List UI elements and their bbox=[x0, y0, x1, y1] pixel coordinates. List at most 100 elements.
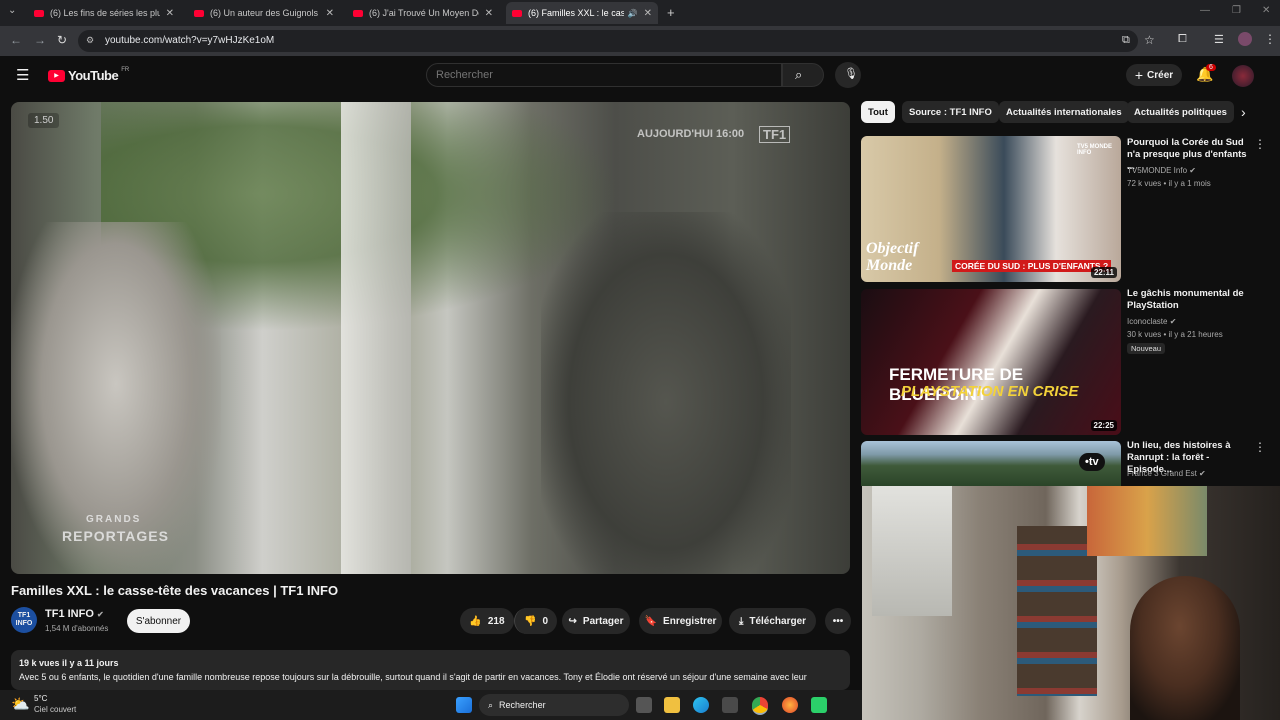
reload-icon[interactable]: ↻ bbox=[57, 33, 67, 47]
url-bar[interactable]: ⚙ youtube.com/watch?v=y7wHJzKe1oM ⧉ ☆ bbox=[78, 30, 1155, 52]
browser-tab-bar: ⌄ (6) Les fins de séries les plus W ✕ (6… bbox=[0, 0, 1280, 26]
chip-political-news[interactable]: Actualités politiques bbox=[1127, 101, 1234, 123]
browser-tab-active[interactable]: (6) Familles XXL : le casse-tê 🔊 ✕ bbox=[506, 2, 658, 24]
youtube-play-icon: ▶ bbox=[48, 69, 65, 82]
site-info-icon[interactable]: ⚙ bbox=[86, 35, 94, 46]
search-button[interactable]: ⌕ bbox=[782, 63, 824, 87]
video-player[interactable]: 1.50 AUJOURD'HUI 16:00 TF1 GRANDS REPORT… bbox=[11, 102, 850, 574]
more-actions-button[interactable]: ••• bbox=[825, 608, 851, 634]
tab-title: (6) Familles XXL : le casse-tê bbox=[528, 8, 624, 18]
video-thumbnail[interactable]: FERMETURE DE BLUEPOINT PLAYSTATION EN CR… bbox=[861, 289, 1121, 435]
chip-all[interactable]: Tout bbox=[861, 101, 895, 123]
account-avatar[interactable] bbox=[1232, 65, 1254, 87]
verified-check-icon: ✔ bbox=[1169, 317, 1177, 326]
webcam-window bbox=[872, 486, 952, 616]
firefox-icon[interactable] bbox=[782, 697, 798, 713]
like-button[interactable]: 👍 218 bbox=[460, 608, 514, 634]
download-button[interactable]: ⤓ Télécharger bbox=[729, 608, 816, 634]
webcam-bookshelf bbox=[1017, 526, 1097, 696]
search-input[interactable] bbox=[427, 64, 765, 86]
description-text: Avec 5 ou 6 enfants, le quotidien d'une … bbox=[19, 672, 807, 682]
browser-tab[interactable]: (6) Un auteur des Guignols balu ✕ bbox=[188, 2, 340, 24]
show-title-line2: REPORTAGES bbox=[62, 528, 169, 544]
recommended-channel[interactable]: TV5MONDE Info ✔ bbox=[1127, 166, 1196, 175]
windows-taskbar: ⛅ 5°C Ciel couvert ⌕ Rechercher bbox=[0, 690, 862, 720]
subscribe-button[interactable]: S'abonner bbox=[127, 609, 190, 633]
thumbs-up-icon: 👍 bbox=[469, 615, 482, 627]
video-thumbnail[interactable]: •tv bbox=[861, 441, 1121, 486]
channel-name[interactable]: TF1 INFO ✔ bbox=[45, 608, 104, 620]
download-icon: ⤓ bbox=[738, 615, 744, 627]
chip-source[interactable]: Source : TF1 INFO bbox=[902, 101, 999, 123]
edge-browser-icon[interactable] bbox=[693, 697, 709, 713]
channel-avatar[interactable]: TF1 INFO bbox=[11, 607, 37, 633]
weather-temp: 5°C bbox=[34, 694, 48, 703]
hamburger-menu-icon[interactable]: ☰ bbox=[16, 66, 29, 84]
url-text[interactable]: youtube.com/watch?v=y7wHJzKe1oM bbox=[105, 35, 274, 46]
address-toolbar: ← → ↻ ⚙ youtube.com/watch?v=y7wHJzKe1oM … bbox=[0, 26, 1280, 56]
thumbs-down-icon: 👎 bbox=[523, 615, 537, 627]
microphone-icon: 🎙 bbox=[844, 68, 858, 80]
taskbar-search[interactable]: ⌕ Rechercher bbox=[479, 694, 629, 716]
close-window-icon[interactable]: ✕ bbox=[1262, 5, 1270, 16]
new-tab-icon[interactable]: + bbox=[667, 5, 675, 20]
show-title-line1: GRANDS bbox=[86, 514, 142, 525]
tab-search-menu-icon[interactable]: ☰ bbox=[1214, 33, 1224, 46]
bookmark-icon: 🔖 bbox=[644, 615, 658, 627]
more-horizontal-icon: ••• bbox=[832, 615, 844, 627]
browser-tab[interactable]: (6) Les fins de séries les plus W ✕ bbox=[28, 2, 180, 24]
thumbnail-logo: TV5 MONDE INFO bbox=[1077, 144, 1113, 156]
app-icon[interactable] bbox=[811, 697, 827, 713]
task-view-icon[interactable] bbox=[636, 697, 652, 713]
create-label: Créer bbox=[1147, 69, 1174, 81]
extensions-icon[interactable]: ⧠ bbox=[1178, 33, 1187, 46]
chevron-right-icon[interactable]: › bbox=[1241, 104, 1246, 120]
file-explorer-icon[interactable] bbox=[664, 697, 680, 713]
search-box[interactable] bbox=[426, 63, 782, 87]
browser-menu-icon[interactable]: ⋮ bbox=[1264, 32, 1276, 46]
minimize-icon[interactable]: — bbox=[1200, 5, 1210, 16]
close-tab-icon[interactable]: ✕ bbox=[166, 8, 174, 19]
recommended-channel[interactable]: France 3 Grand Est ✔ bbox=[1127, 469, 1206, 478]
close-tab-icon[interactable]: ✕ bbox=[485, 8, 493, 19]
search-icon: ⌕ bbox=[488, 699, 494, 710]
channel-name-text[interactable]: TF1 INFO bbox=[45, 608, 94, 620]
more-options-icon[interactable]: ⋮ bbox=[1254, 440, 1266, 454]
voice-search-button[interactable]: 🎙 bbox=[835, 62, 861, 88]
notification-count-badge: 6 bbox=[1206, 64, 1216, 71]
recommended-video-title[interactable]: Le gâchis monumental de PlayStation bbox=[1127, 288, 1247, 312]
forward-icon[interactable]: → bbox=[34, 33, 46, 47]
recommended-channel[interactable]: Iconoclaste ✔ bbox=[1127, 317, 1176, 326]
plus-icon: + bbox=[1134, 67, 1144, 83]
maximize-icon[interactable]: ❐ bbox=[1232, 5, 1241, 16]
windows-start-icon[interactable] bbox=[456, 697, 472, 713]
audio-playing-icon[interactable]: 🔊 bbox=[628, 9, 638, 18]
share-button[interactable]: ↪ Partager bbox=[562, 608, 630, 634]
bookmark-star-icon[interactable]: ☆ bbox=[1144, 33, 1155, 47]
chrome-icon[interactable] bbox=[752, 697, 768, 715]
video-thumbnail[interactable]: Objectif Monde CORÉE DU SUD : PLUS D'ENF… bbox=[861, 136, 1121, 282]
youtube-logo[interactable]: ▶ YouTube FR bbox=[48, 67, 129, 83]
tab-search-icon[interactable]: ⌄ bbox=[8, 5, 16, 16]
verified-check-icon: ✔ bbox=[1199, 469, 1206, 478]
youtube-favicon-icon bbox=[34, 9, 44, 17]
subscriber-count: 1,54 M d'abonnés bbox=[45, 624, 109, 633]
more-options-icon[interactable]: ⋮ bbox=[1254, 137, 1266, 151]
browser-tab[interactable]: (6) J'ai Trouvé Un Moyen De Re ✕ bbox=[347, 2, 499, 24]
thumbnail-banner: CORÉE DU SUD : PLUS D'ENFANTS ? bbox=[952, 260, 1112, 272]
close-tab-icon[interactable]: ✕ bbox=[644, 8, 652, 19]
store-icon[interactable] bbox=[722, 697, 738, 713]
dislike-button[interactable]: 👎 0 bbox=[514, 608, 557, 634]
weather-cloud-icon: ⛅ bbox=[11, 696, 30, 713]
logo-text: YouTube bbox=[68, 68, 119, 83]
description-box[interactable]: 19 k vues il y a 11 jours Avec 5 ou 6 en… bbox=[11, 650, 850, 690]
back-icon[interactable]: ← bbox=[10, 33, 22, 47]
profile-avatar[interactable] bbox=[1238, 32, 1252, 46]
chip-international-news[interactable]: Actualités internationales bbox=[999, 101, 1129, 123]
close-tab-icon[interactable]: ✕ bbox=[326, 8, 334, 19]
install-app-icon[interactable]: ⧉ bbox=[1122, 34, 1130, 47]
new-badge: Nouveau bbox=[1127, 343, 1166, 354]
create-button[interactable]: + Créer bbox=[1126, 64, 1182, 86]
save-button[interactable]: 🔖 Enregistrer bbox=[639, 608, 722, 634]
taskbar-search-label: Rechercher bbox=[499, 700, 546, 710]
